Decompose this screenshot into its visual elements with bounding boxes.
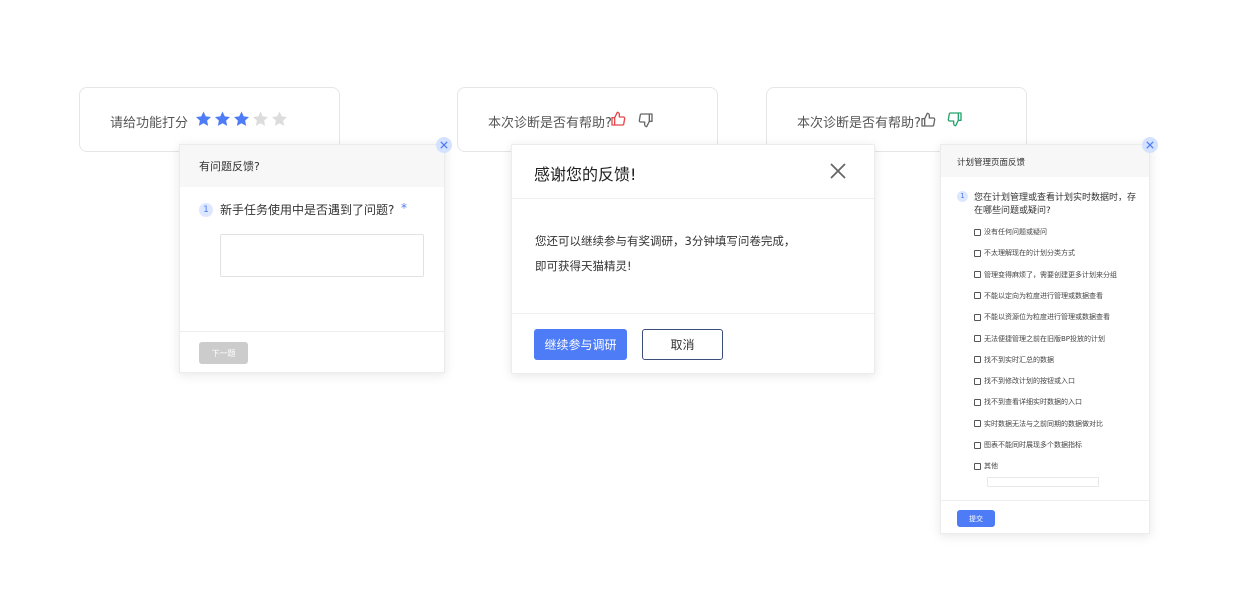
checkbox-icon[interactable] — [974, 249, 981, 257]
thumbs-down-icon[interactable] — [638, 112, 654, 128]
checkbox-icon[interactable] — [974, 420, 981, 428]
option-checkbox-row[interactable]: 图表不能同时展现多个数据指标 — [974, 439, 1082, 451]
star-icon[interactable] — [194, 110, 213, 128]
helpful-card-down: 本次诊断是否有帮助? — [766, 87, 1027, 152]
required-mark: * — [401, 201, 407, 215]
dialog-footer-divider — [512, 313, 874, 314]
option-checkbox-row[interactable]: 实时数据无法与之前同期的数据做对比 — [974, 418, 1103, 430]
dialog-body-line: 即可获得天猫精灵! — [535, 259, 632, 273]
thumbs-up-icon[interactable] — [920, 112, 936, 128]
option-label: 实时数据无法与之前同期的数据做对比 — [984, 419, 1103, 428]
dialog-title: 感谢您的反馈! — [534, 165, 637, 184]
option-checkbox-row[interactable]: 找不到实时汇总的数据 — [974, 354, 1054, 366]
other-input[interactable] — [987, 477, 1099, 487]
checkbox-icon[interactable] — [974, 356, 981, 364]
checkbox-icon[interactable] — [974, 398, 981, 406]
rating-label: 请给功能打分 — [110, 116, 189, 131]
star-rating[interactable] — [194, 110, 294, 128]
continue-survey-button[interactable]: 继续参与调研 — [534, 329, 627, 360]
option-checkbox-row[interactable]: 找不到查看详细实时数据的入口 — [974, 396, 1082, 408]
close-icon[interactable] — [830, 163, 846, 179]
helpful-label: 本次诊断是否有帮助? — [797, 116, 921, 131]
option-label: 找不到修改计划的按钮或入口 — [984, 377, 1075, 386]
option-checkbox-row[interactable]: 无法便捷管理之前在旧版BP投放的计划 — [974, 333, 1105, 345]
checkbox-icon[interactable] — [974, 271, 981, 279]
option-checkbox-row[interactable]: 没有任何问题或疑问 — [974, 226, 1047, 238]
answer-textarea[interactable] — [220, 234, 424, 277]
helpful-label: 本次诊断是否有帮助? — [488, 116, 612, 131]
option-label: 无法便捷管理之前在旧版BP投放的计划 — [984, 334, 1106, 343]
question-text: 您在计划管理或查看计划实时数据时，存 — [974, 193, 1137, 203]
thumbs-up-icon[interactable] — [610, 111, 626, 127]
question-text: 新手任务使用中是否遇到了问题? — [220, 203, 395, 217]
option-checkbox-row[interactable]: 其他 — [974, 460, 998, 472]
thumbs-down-icon[interactable] — [947, 111, 963, 127]
checkbox-icon[interactable] — [974, 292, 981, 300]
option-checkbox-row[interactable]: 找不到修改计划的按钮或入口 — [974, 375, 1075, 387]
thanks-dialog: 感谢您的反馈! 您还可以继续参与有奖调研，3分钟填写问卷完成， 即可获得天猫精灵… — [511, 144, 875, 374]
rating-card: 请给功能打分 — [79, 87, 340, 152]
dialog-body-line: 您还可以继续参与有奖调研，3分钟填写问卷完成， — [535, 234, 796, 248]
helpful-card-up: 本次诊断是否有帮助? — [457, 87, 718, 152]
next-button[interactable]: 下一题 — [199, 342, 248, 364]
option-label: 找不到查看详细实时数据的入口 — [984, 398, 1082, 407]
close-icon[interactable] — [1142, 137, 1158, 153]
checkbox-icon[interactable] — [974, 462, 981, 470]
checkbox-icon[interactable] — [974, 441, 981, 449]
option-label: 其他 — [984, 462, 998, 471]
dialog-header-divider — [512, 198, 874, 199]
question-text: 在哪些问题或疑问? — [974, 206, 1051, 216]
cancel-button[interactable]: 取消 — [642, 329, 723, 360]
question-number: 1 — [957, 191, 968, 202]
question-number: 1 — [199, 203, 213, 217]
star-icon[interactable] — [232, 110, 251, 128]
option-checkbox-row[interactable]: 管理变得麻烦了，需要创建更多计划来分组 — [974, 269, 1117, 281]
option-label: 管理变得麻烦了，需要创建更多计划来分组 — [984, 270, 1117, 279]
panel-title: 计划管理页面反馈 — [957, 158, 1026, 168]
checkbox-icon[interactable] — [974, 377, 981, 385]
submit-button[interactable]: 提交 — [957, 510, 995, 527]
checkbox-icon[interactable] — [974, 335, 981, 342]
panel-header: 有问题反馈? — [180, 145, 444, 187]
star-icon[interactable] — [213, 110, 232, 128]
option-checkbox-row[interactable]: 不太理解现在的计划分类方式 — [974, 247, 1075, 259]
option-checkbox-row[interactable]: 不能以资源位为粒度进行管理或数据查看 — [974, 311, 1110, 323]
checkbox-icon[interactable] — [974, 228, 981, 236]
problem-feedback-panel: 有问题反馈? 1 新手任务使用中是否遇到了问题? * 下一题 — [179, 144, 445, 373]
option-label: 找不到实时汇总的数据 — [984, 355, 1054, 364]
option-label: 没有任何问题或疑问 — [984, 228, 1047, 236]
star-icon[interactable] — [251, 110, 270, 128]
star-icon[interactable] — [270, 110, 289, 128]
close-icon[interactable] — [436, 137, 452, 153]
panel-divider — [180, 331, 444, 332]
option-label: 不太理解现在的计划分类方式 — [984, 249, 1075, 258]
checkbox-icon[interactable] — [974, 313, 981, 321]
panel-header: 计划管理页面反馈 — [941, 145, 1149, 177]
option-checkbox-row[interactable]: 不能以定向为粒度进行管理或数据查看 — [974, 290, 1103, 302]
option-label: 图表不能同时展现多个数据指标 — [984, 441, 1082, 449]
option-label: 不能以定向为粒度进行管理或数据查看 — [984, 291, 1103, 300]
option-label: 不能以资源位为粒度进行管理或数据查看 — [984, 313, 1110, 322]
panel-title: 有问题反馈? — [199, 160, 260, 173]
panel-divider — [941, 500, 1149, 501]
